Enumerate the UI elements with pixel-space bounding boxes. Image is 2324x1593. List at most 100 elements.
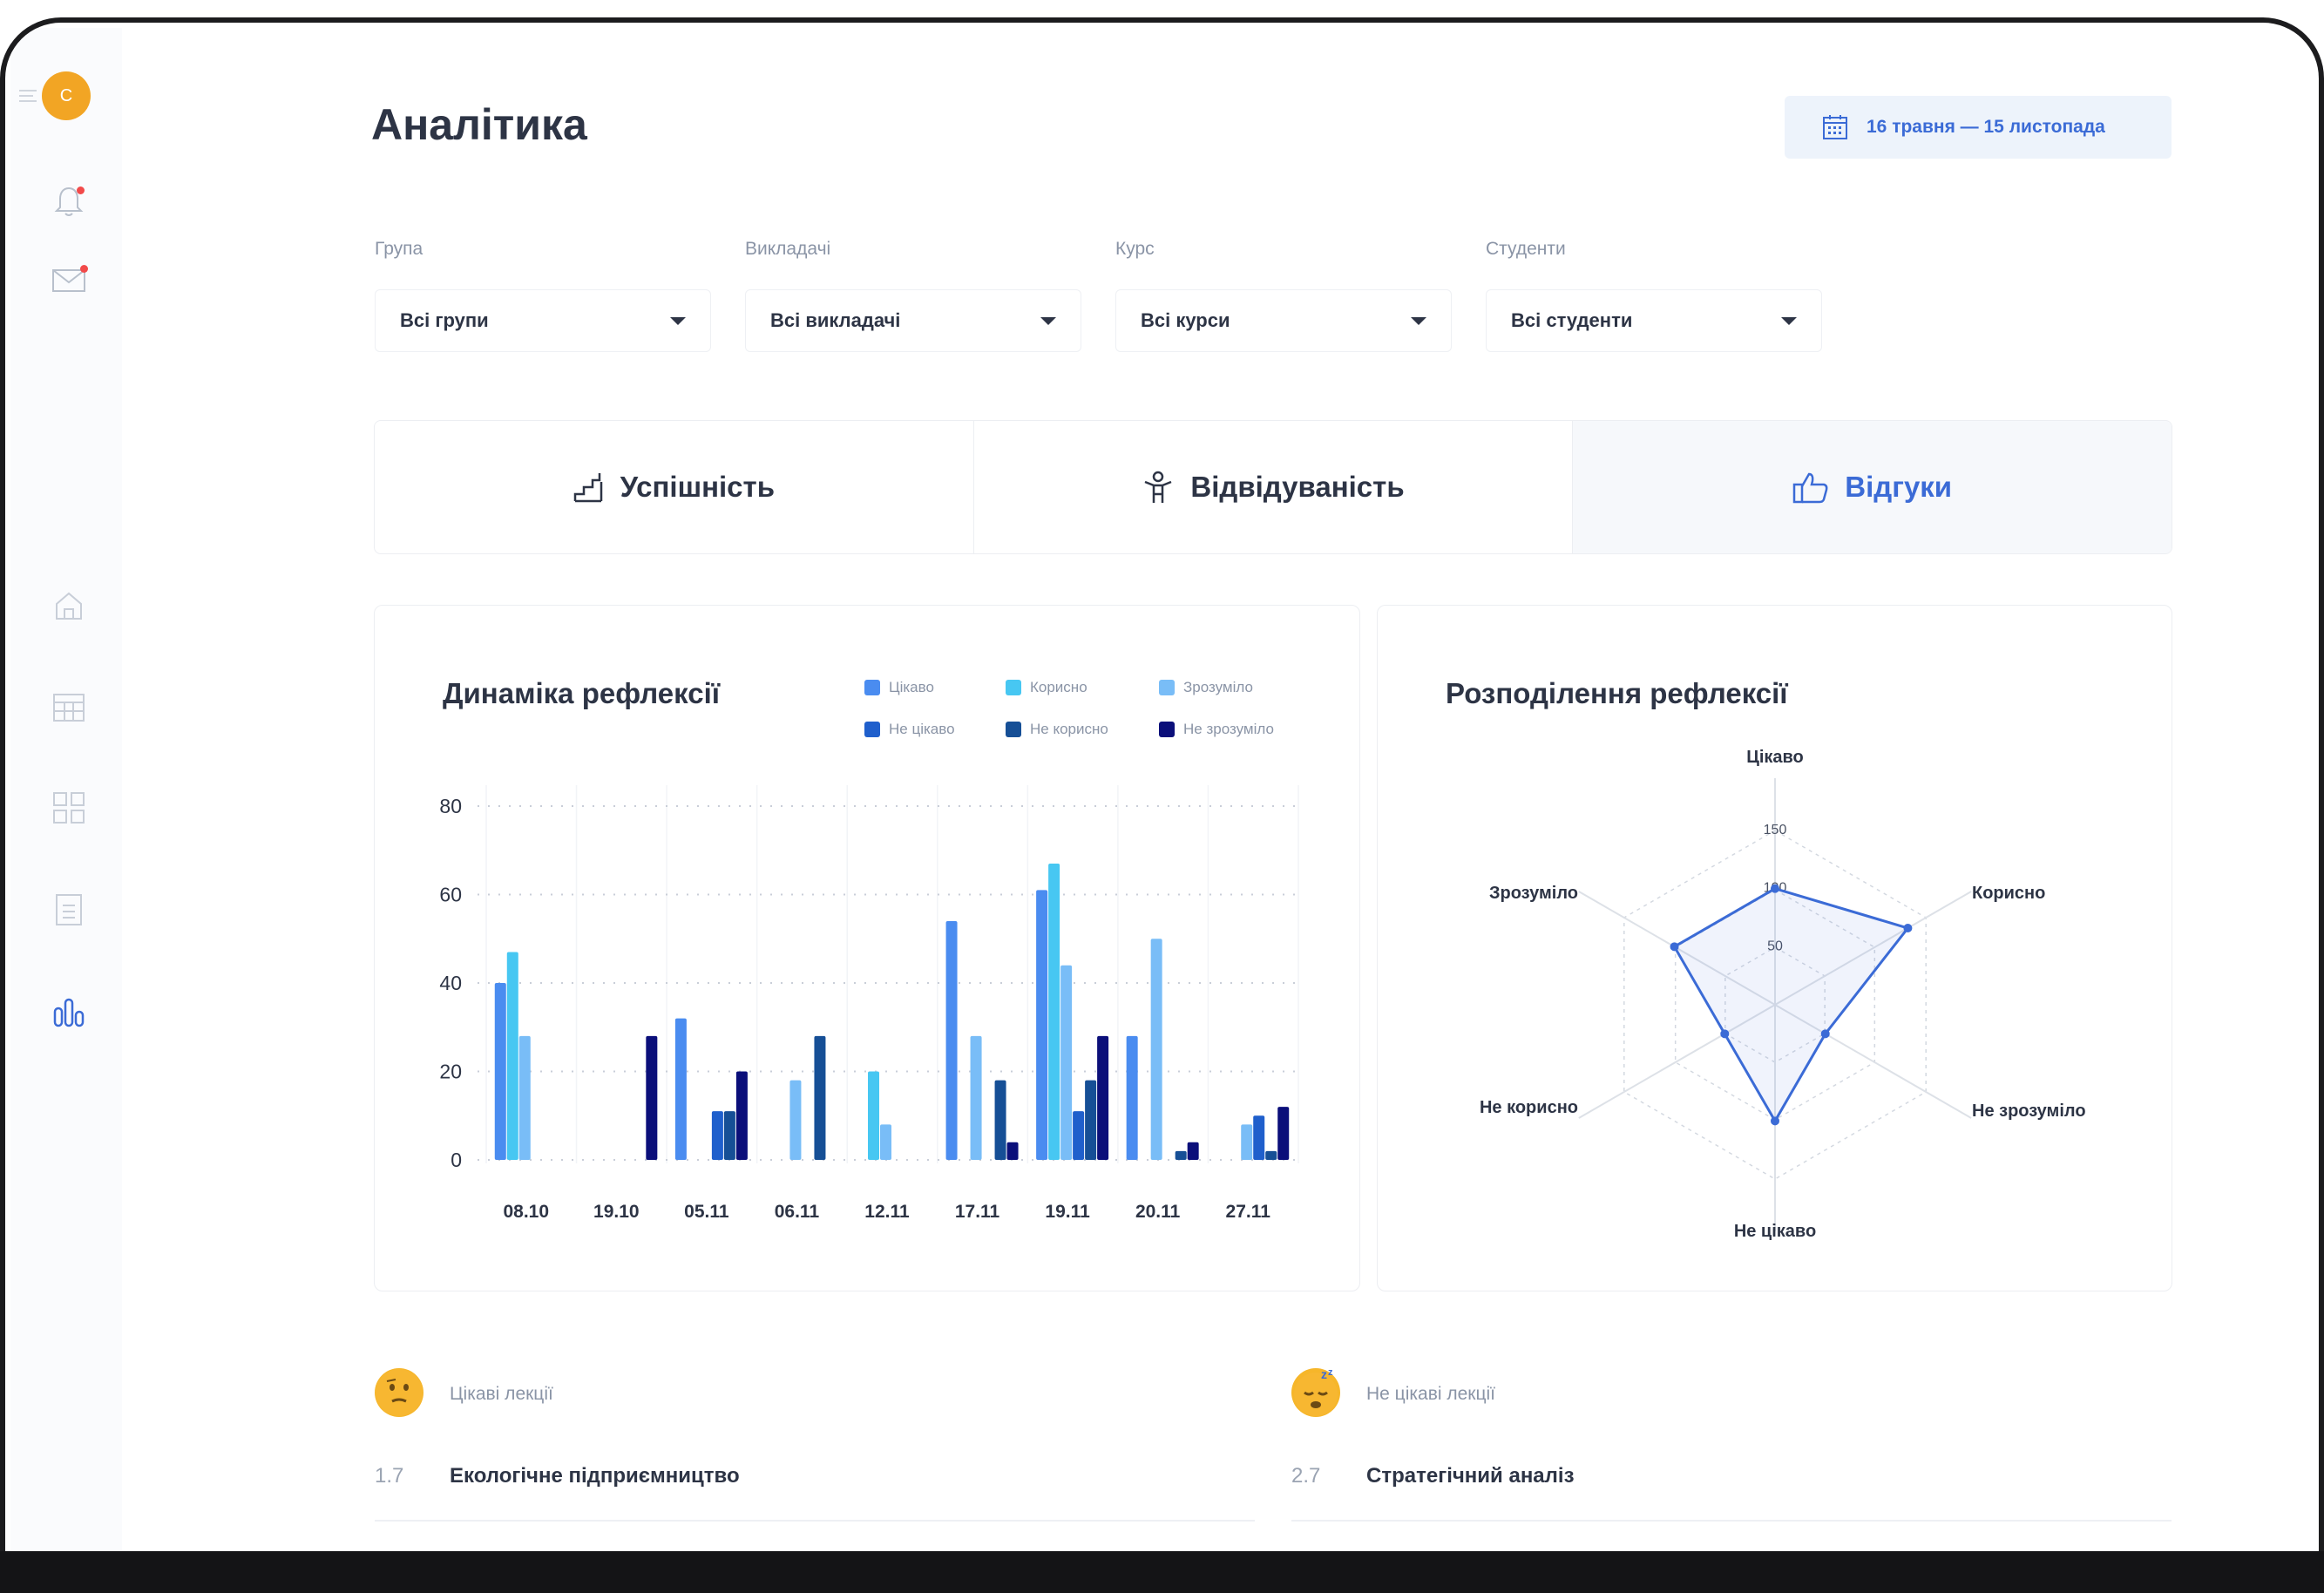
bar-Цікаво (1036, 890, 1048, 1160)
x-tick-label: 06.11 (775, 1202, 820, 1222)
tab-attendance[interactable]: Відвідуваність (974, 421, 1574, 553)
radar-axis-label: Цікаво (1746, 748, 1804, 767)
lecture-name[interactable]: Екологічне підприємництво (450, 1464, 740, 1488)
radar-tick-label: 150 (1764, 823, 1787, 837)
tab-label: Відвідуваність (1190, 471, 1405, 503)
filter-label-course: Курс (1115, 239, 1155, 259)
x-tick-label: 20.11 (1135, 1202, 1181, 1222)
bar-Не цікаво (1073, 1111, 1085, 1160)
svg-text:z: z (1328, 1368, 1333, 1378)
menu-lines-icon[interactable] (19, 89, 40, 103)
x-tick-label: 27.11 (1226, 1202, 1271, 1222)
bar-Не цікаво (711, 1111, 723, 1160)
y-tick-label: 80 (439, 795, 462, 817)
bar-Корисно (506, 952, 518, 1160)
filter-select-teachers[interactable]: Всі викладачі (745, 289, 1081, 352)
grid-icon[interactable] (51, 790, 87, 826)
x-tick-label: 19.10 (593, 1202, 640, 1222)
bar-Цікаво (674, 1018, 687, 1160)
thinking-emoji-icon (375, 1368, 423, 1417)
filter-select-course[interactable]: Всі курси (1115, 289, 1452, 352)
filter-value: Всі студенти (1511, 309, 1633, 331)
radar-axis-label: Не корисно (1480, 1098, 1578, 1117)
bar-Не зрозуміло (1277, 1107, 1290, 1160)
x-tick-label: 08.10 (503, 1202, 549, 1222)
tab-label: Відгуки (1845, 471, 1953, 503)
radar-point (1670, 942, 1679, 952)
home-icon[interactable] (51, 587, 87, 624)
device-bottom-bar (0, 1551, 2324, 1593)
thumbs-up-icon (1793, 472, 1828, 504)
bar-Не корисно (814, 1035, 826, 1160)
interesting-lectures-heading: Цікаві лекції (450, 1384, 553, 1404)
bar-Не зрозуміло (1097, 1035, 1109, 1160)
clipboard-icon[interactable] (51, 891, 87, 927)
avatar[interactable]: C (42, 71, 91, 120)
mail-dot (80, 265, 88, 273)
bar-Зрозуміло (789, 1080, 802, 1160)
y-tick-label: 20 (439, 1061, 462, 1083)
lecture-number: 2.7 (1291, 1464, 1321, 1488)
bar-Не корисно (723, 1111, 735, 1160)
bar-Цікаво (1126, 1035, 1138, 1160)
filter-select-group[interactable]: Всі групи (375, 289, 711, 352)
calendar-icon[interactable] (51, 688, 87, 725)
bar-Не цікаво (1253, 1115, 1265, 1160)
filter-select-students[interactable]: Всі студенти (1486, 289, 1822, 352)
stairs-icon (573, 473, 602, 503)
notification-dot (77, 186, 85, 194)
bar-Не зрозуміло (1006, 1142, 1019, 1160)
page-title: Аналітика (371, 100, 587, 149)
tab-performance[interactable]: Успішність (375, 421, 974, 553)
x-tick-label: 05.11 (684, 1202, 729, 1222)
main-area: C Аналітика 16 травня — 15 листопада Гру… (5, 23, 2319, 1551)
filter-value: Всі викладачі (770, 309, 901, 331)
bar-Цікаво (945, 920, 958, 1160)
filter-label-students: Студенти (1486, 239, 1566, 259)
chevron-down-icon (1781, 316, 1797, 325)
bell-icon[interactable] (51, 183, 87, 220)
date-range-button[interactable]: 16 травня — 15 листопада (1785, 96, 2172, 159)
filter-value: Всі групи (400, 309, 489, 331)
bar-Корисно (868, 1071, 879, 1160)
x-tick-label: 17.11 (955, 1202, 1000, 1222)
chevron-down-icon (1040, 316, 1056, 325)
calendar-icon (1823, 115, 1847, 139)
bar-chart: 0 20 40 60 80 08.10 19.10 05.11 06.11 12.11 17.11 1… (439, 785, 1299, 1222)
reflection-dynamics-card: Динаміка рефлексії Цікаво Корисно Зрозум… (374, 605, 1360, 1291)
lecture-name[interactable]: Стратегічний аналіз (1366, 1464, 1575, 1488)
divider (375, 1520, 1255, 1522)
chevron-down-icon (1411, 316, 1426, 325)
radar-point (1771, 1116, 1779, 1126)
filter-value: Всі курси (1141, 309, 1230, 331)
avatar-letter: C (59, 85, 73, 105)
x-tick-label: 19.11 (1045, 1202, 1090, 1222)
app-frame: C Аналітика 16 травня — 15 листопада Гру… (0, 0, 2324, 1593)
bar-Не корисно (1085, 1080, 1097, 1160)
tab-feedback[interactable]: Відгуки (1573, 421, 2172, 553)
divider (1291, 1520, 2172, 1522)
y-tick-label: 60 (439, 884, 462, 906)
radar-data-shape (1672, 887, 1910, 1124)
date-range-text: 16 травня — 15 листопада (1867, 117, 2105, 137)
radar-axis-label: Корисно (1972, 884, 2045, 903)
radar-point (1720, 1029, 1730, 1039)
sleepy-emoji-icon: zz (1291, 1367, 1340, 1417)
bar-Зрозуміло (880, 1124, 891, 1160)
reflection-distribution-card: Розподілення рефлексії 50100150ЦікавоКор… (1377, 605, 2172, 1291)
bar-Не зрозуміло (646, 1035, 658, 1160)
device-screen: C Аналітика 16 травня — 15 листопада Гру… (0, 17, 2324, 1551)
analytics-icon[interactable] (51, 993, 87, 1030)
filter-label-group: Група (375, 239, 423, 259)
bar-Зрозуміло (1150, 939, 1162, 1160)
radar-chart: 50100150ЦікавоКорисноНе зрозумілоНе ціка… (1480, 748, 2086, 1241)
bar-Корисно (1048, 863, 1060, 1160)
analytics-tabs: Успішність Відвідуваність Відгуки (374, 420, 2172, 554)
mail-icon[interactable] (51, 261, 88, 298)
bar-Не зрозуміло (1187, 1142, 1199, 1160)
radar-point (1771, 884, 1779, 893)
filter-label-teachers: Викладачі (745, 239, 831, 259)
radar-axis-label: Не цікаво (1734, 1222, 1816, 1241)
boring-lectures-heading: Не цікаві лекції (1366, 1384, 1496, 1404)
chevron-down-icon (670, 316, 686, 325)
